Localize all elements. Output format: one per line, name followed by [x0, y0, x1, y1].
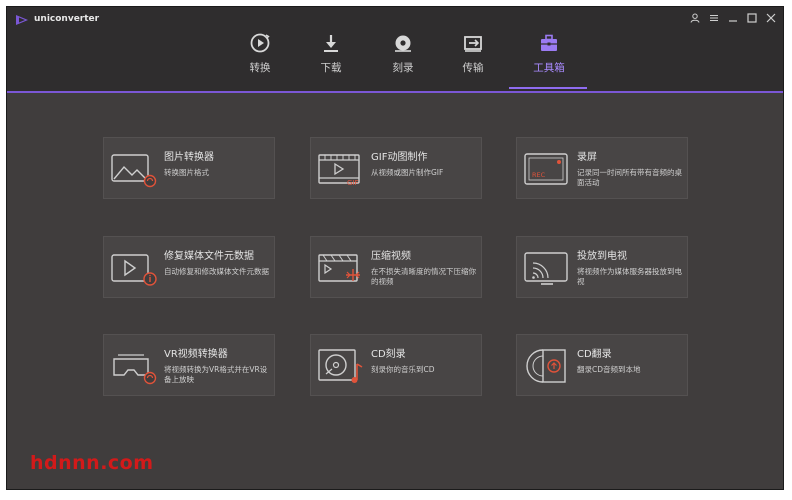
svg-text:REC: REC — [532, 171, 546, 179]
tool-title: 投放到电视 — [577, 251, 627, 262]
tool-description: 转换图片格式 — [164, 168, 209, 177]
close-button[interactable] — [765, 12, 777, 24]
header-divider — [7, 91, 783, 93]
tool-card-screen-recorder[interactable]: REC 录屏 记录同一时间所有带有音频的桌面活动 — [516, 137, 688, 199]
tab-label: 下载 — [320, 62, 342, 74]
tool-title: 录屏 — [577, 152, 597, 163]
app-logo-icon — [16, 15, 28, 25]
tool-title: 图片转换器 — [164, 152, 214, 163]
main-nav: 转换 下载 刻录 传输 工具箱 — [7, 31, 783, 89]
tool-description: 在不损失清晰度的情况下压缩你的视频 — [371, 267, 476, 286]
tab-label: 刻录 — [392, 62, 414, 74]
active-tab-indicator — [509, 87, 587, 89]
burn-icon — [395, 35, 411, 52]
convert-icon — [250, 33, 270, 53]
tab-download[interactable]: 下载 — [296, 31, 366, 89]
tool-description: 记录同一时间所有带有音频的桌面活动 — [577, 168, 682, 187]
tool-title: VR视频转换器 — [164, 349, 228, 360]
tool-description: 从视频或图片制作GIF — [371, 168, 444, 177]
tab-label: 工具箱 — [533, 62, 565, 74]
tab-transfer[interactable]: 传输 — [438, 31, 508, 89]
metadata-fix-icon — [111, 254, 157, 286]
tab-burn[interactable]: 刻录 — [368, 31, 438, 89]
cd-burn-icon — [318, 349, 363, 383]
tool-title: CD翻录 — [577, 349, 612, 360]
tool-description: 将视频作为媒体服务器投放到电视 — [577, 267, 682, 286]
tab-label: 转换 — [249, 62, 271, 74]
screen-record-icon: REC — [524, 153, 568, 185]
minimize-button[interactable] — [727, 12, 739, 24]
tool-card-cd-ripper[interactable]: CD翻录 翻录CD音频到本地 — [516, 334, 688, 396]
tool-card-gif-maker[interactable]: GIF GIF动图制作 从视频或图片制作GIF — [310, 137, 482, 199]
watermark-text: hdnnn.com — [30, 452, 154, 474]
tool-description: 将视频转换为VR格式并在VR设备上放映 — [164, 365, 268, 384]
tool-description: 刻录你的音乐到CD — [371, 365, 435, 374]
tool-description: 自动修复和修改媒体文件元数据 — [164, 267, 269, 276]
window-controls — [689, 12, 777, 24]
tool-card-video-compressor[interactable]: 压缩视频 在不损失清晰度的情况下压缩你的视频 — [310, 236, 482, 298]
tool-card-vr-converter[interactable]: VR视频转换器 将视频转换为VR格式并在VR设备上放映 — [103, 334, 275, 396]
account-icon[interactable] — [689, 12, 701, 24]
tool-card-image-converter[interactable]: 图片转换器 转换图片格式 — [103, 137, 275, 199]
transfer-icon — [464, 36, 482, 52]
tool-title: 修复媒体文件元数据 — [164, 251, 254, 262]
tool-title: CD刻录 — [371, 349, 406, 360]
tool-card-metadata-fixer[interactable]: 修复媒体文件元数据 自动修复和修改媒体文件元数据 — [103, 236, 275, 298]
compress-video-icon — [318, 254, 360, 282]
maximize-button[interactable] — [746, 12, 758, 24]
svg-text:GIF: GIF — [347, 179, 359, 187]
toolbox-icon — [541, 34, 557, 51]
cd-rip-icon — [526, 349, 566, 383]
gif-maker-icon: GIF — [318, 154, 360, 187]
tool-card-cd-burner[interactable]: CD刻录 刻录你的音乐到CD — [310, 334, 482, 396]
tool-description: 翻录CD音频到本地 — [577, 365, 641, 374]
menu-icon[interactable] — [708, 12, 720, 24]
title-bar: uniconverter 转换 下载 刻录 传输 工具箱 — [7, 7, 783, 91]
vr-convert-icon — [113, 354, 157, 385]
cast-tv-icon — [524, 252, 568, 285]
tool-card-cast-to-tv[interactable]: 投放到电视 将视频作为媒体服务器投放到电视 — [516, 236, 688, 298]
image-convert-icon — [111, 154, 157, 188]
tool-title: GIF动图制作 — [371, 152, 428, 163]
tab-label: 传输 — [462, 62, 484, 74]
tab-convert[interactable]: 转换 — [225, 31, 295, 89]
app-window: uniconverter 转换 下载 刻录 传输 工具箱 图片转换器 转换图片格… — [6, 6, 784, 490]
download-icon — [324, 35, 338, 52]
tool-title: 压缩视频 — [371, 251, 411, 262]
app-title: uniconverter — [34, 14, 100, 24]
tab-toolbox[interactable]: 工具箱 — [514, 31, 584, 89]
